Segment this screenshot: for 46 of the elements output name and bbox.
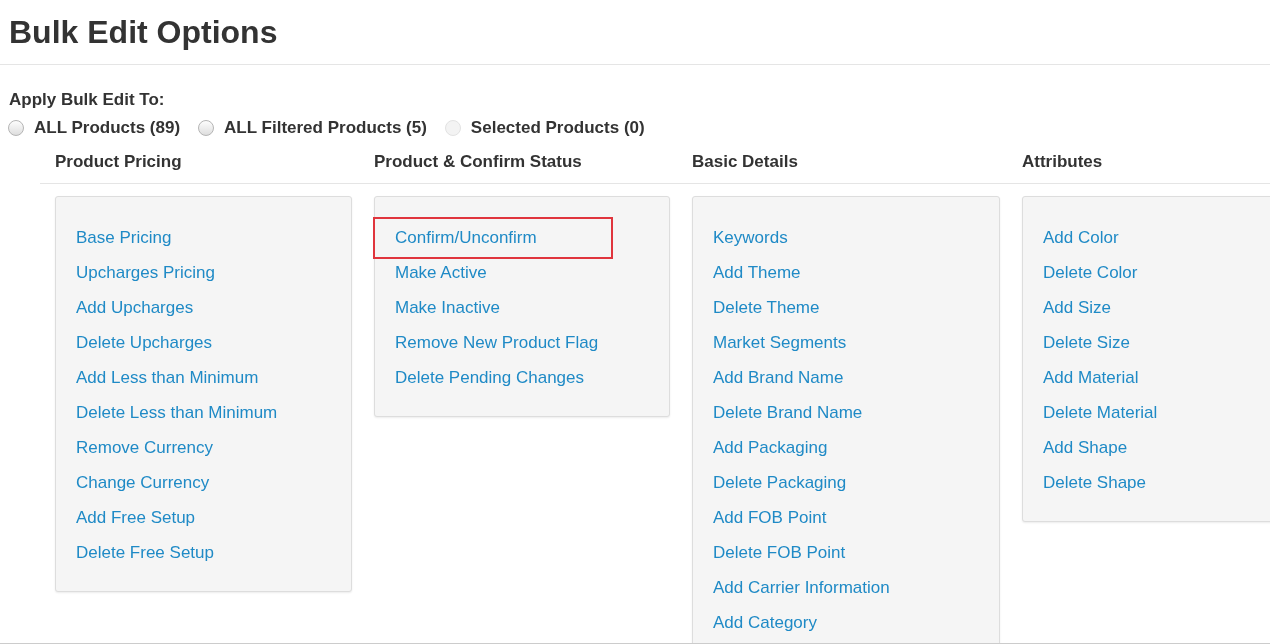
option-link[interactable]: Delete Theme <box>713 298 820 318</box>
option-link[interactable]: Delete Color <box>1043 263 1138 283</box>
option-link[interactable]: Delete Size <box>1043 333 1130 353</box>
option-link[interactable]: Add Free Setup <box>76 508 196 528</box>
option-link[interactable]: Add Less than Minimum <box>76 368 259 388</box>
page-title: Bulk Edit Options <box>8 13 279 50</box>
option-link[interactable]: Market Segments <box>713 333 847 353</box>
option-link[interactable]: Add Brand Name <box>713 368 844 388</box>
option-link[interactable]: Add Color <box>1043 228 1119 248</box>
section-heading: Attributes <box>1022 152 1103 171</box>
section-heading: Product Pricing <box>55 152 182 171</box>
option-link[interactable]: Add Size <box>1043 298 1112 318</box>
option-link[interactable]: Delete Brand Name <box>713 403 863 423</box>
section-heading: Basic Details <box>692 152 798 171</box>
highlighted-link[interactable]: Confirm/Unconfirm <box>373 217 613 259</box>
option-link[interactable]: Add Upcharges <box>76 298 194 318</box>
radio-button[interactable] <box>198 120 215 136</box>
option-link[interactable]: Change Currency <box>76 473 210 493</box>
radio-label: ALL Products (89) <box>34 118 181 138</box>
option-link[interactable]: Upcharges Pricing <box>76 263 215 283</box>
option-link[interactable]: Add FOB Point <box>713 508 827 528</box>
section-heading: Product & Confirm Status <box>374 152 582 171</box>
option-link[interactable]: Add Category <box>713 613 817 633</box>
option-link[interactable]: Delete Upcharges <box>76 333 213 353</box>
option-link[interactable]: Delete Pending Changes <box>395 368 585 388</box>
option-link[interactable]: Remove Currency <box>76 438 213 458</box>
option-link[interactable]: Delete Material <box>1043 403 1158 423</box>
option-link[interactable]: Delete Packaging <box>713 473 847 493</box>
option-link[interactable]: Add Packaging <box>713 438 828 458</box>
option-link[interactable]: Add Theme <box>713 263 801 283</box>
radio-button[interactable] <box>8 120 24 136</box>
option-link[interactable]: Base Pricing <box>76 228 172 248</box>
option-link[interactable]: Delete Free Setup <box>76 543 214 563</box>
option-link[interactable]: Add Material <box>1043 368 1139 388</box>
option-link[interactable]: Remove New Product Flag <box>395 333 599 353</box>
apply-label: Apply Bulk Edit To: <box>9 90 165 110</box>
option-link[interactable]: Keywords <box>713 228 788 248</box>
option-link[interactable]: Delete Less than Minimum <box>76 403 278 423</box>
radio-label: Selected Products (0) <box>470 118 645 138</box>
option-link[interactable]: Delete FOB Point <box>713 543 846 563</box>
option-link[interactable]: Add Carrier Information <box>713 578 890 598</box>
radio-label: ALL Filtered Products (5) <box>224 118 427 138</box>
option-link[interactable]: Make Active <box>395 263 487 283</box>
option-link[interactable]: Delete Shape <box>1043 473 1147 493</box>
option-link[interactable]: Add Shape <box>1043 438 1128 458</box>
option-link[interactable]: Make Inactive <box>395 298 500 318</box>
